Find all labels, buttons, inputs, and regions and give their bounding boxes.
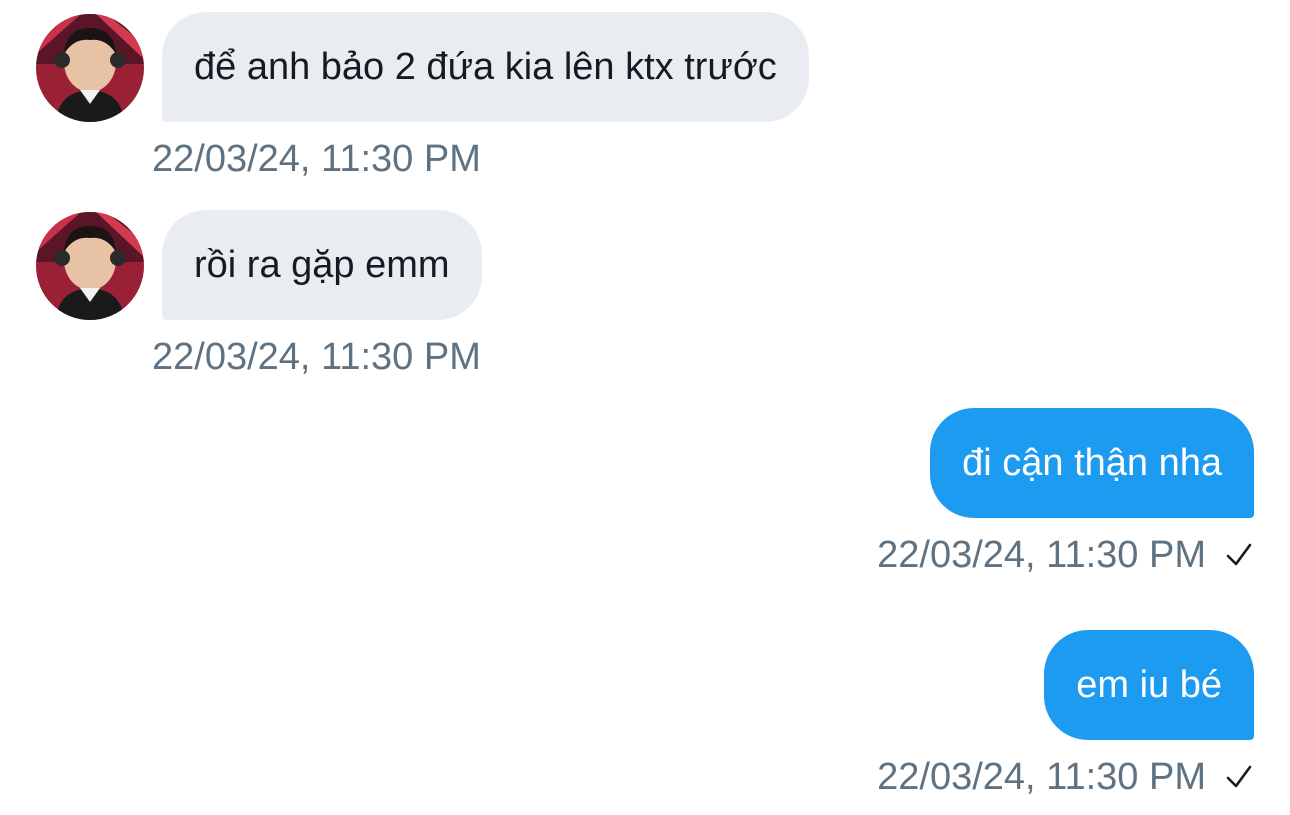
timestamp-text: 22/03/24, 11:30 PM bbox=[877, 533, 1206, 576]
message-text: để anh bảo 2 đứa kia lên ktx trước bbox=[194, 45, 777, 88]
message-text: đi cận thận nha bbox=[962, 441, 1222, 484]
timestamp-text: 22/03/24, 11:30 PM bbox=[152, 335, 481, 378]
avatar-image bbox=[36, 212, 144, 320]
message-timestamp: 22/03/24, 11:30 PM bbox=[152, 134, 481, 184]
contact-avatar[interactable] bbox=[36, 14, 144, 122]
avatar-image bbox=[36, 14, 144, 122]
checkmark-icon bbox=[1224, 762, 1254, 792]
message-bubble-incoming[interactable]: rồi ra gặp emm bbox=[162, 210, 482, 320]
message-bubble-outgoing[interactable]: đi cận thận nha bbox=[930, 408, 1254, 518]
message-timestamp: 22/03/24, 11:30 PM bbox=[877, 530, 1254, 580]
timestamp-text: 22/03/24, 11:30 PM bbox=[152, 137, 481, 180]
contact-avatar[interactable] bbox=[36, 212, 144, 320]
checkmark-icon bbox=[1224, 540, 1254, 570]
message-timestamp: 22/03/24, 11:30 PM bbox=[152, 332, 481, 382]
message-bubble-incoming[interactable]: để anh bảo 2 đứa kia lên ktx trước bbox=[162, 12, 809, 122]
message-timestamp: 22/03/24, 11:30 PM bbox=[877, 752, 1254, 802]
message-text: rồi ra gặp emm bbox=[194, 243, 450, 286]
message-bubble-outgoing[interactable]: em iu bé bbox=[1044, 630, 1254, 740]
message-text: em iu bé bbox=[1076, 663, 1222, 706]
timestamp-text: 22/03/24, 11:30 PM bbox=[877, 755, 1206, 798]
